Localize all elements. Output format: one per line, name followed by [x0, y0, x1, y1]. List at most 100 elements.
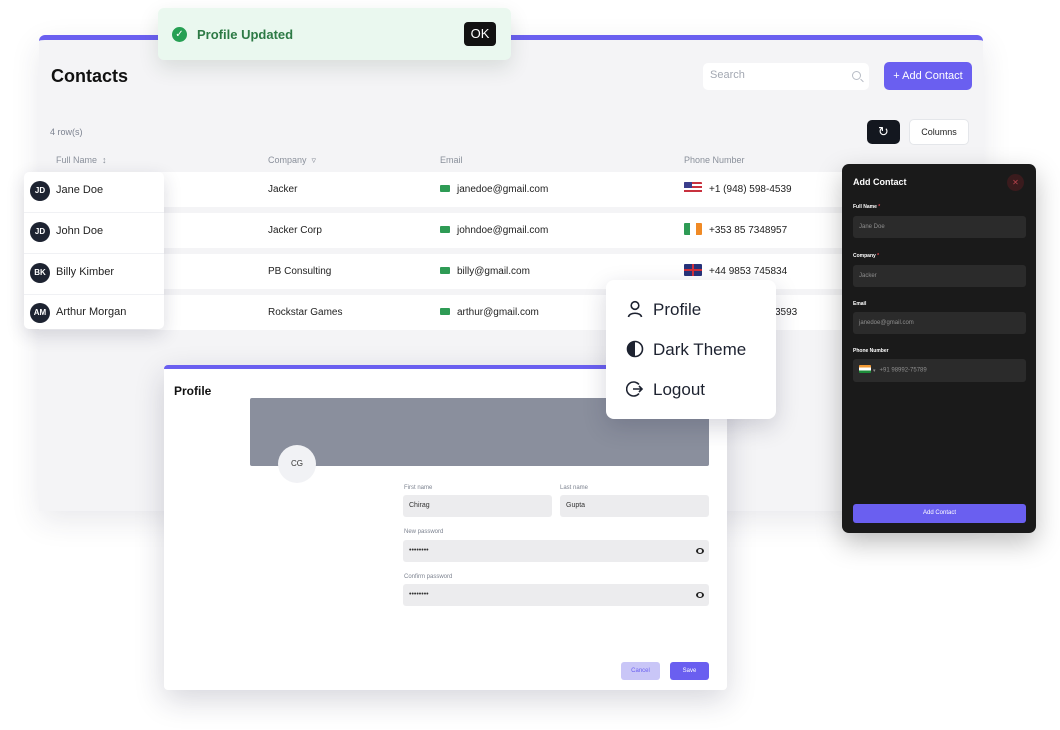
confirm-password-label: Confirm password	[404, 574, 453, 580]
header-email: Email	[440, 155, 463, 165]
search-placeholder: Search	[710, 69, 745, 81]
company-label: Company *	[853, 253, 879, 259]
avatar: AM	[30, 303, 50, 323]
full-name-input[interactable]: Jane Doe	[853, 216, 1026, 238]
panel-title: Add Contact	[853, 177, 907, 187]
list-item[interactable]: JD John Doe	[24, 213, 164, 253]
phone-cell: +353 85 7348957	[684, 213, 787, 248]
required-mark: *	[877, 253, 880, 259]
user-icon	[627, 300, 643, 317]
header-full-name[interactable]: Full Name ↕	[56, 155, 107, 165]
toast-ok-button[interactable]: OK	[464, 22, 496, 46]
required-mark: *	[878, 204, 881, 210]
email-cell: johndoe@gmail.com	[440, 213, 548, 248]
refresh-icon: ↻	[878, 124, 889, 139]
company-input[interactable]: Jacker	[853, 265, 1026, 287]
contact-name: Jane Doe	[56, 184, 104, 196]
confirm-password-field[interactable]: ••••••••	[403, 584, 709, 606]
avatar: BK	[30, 263, 50, 283]
company-cell: Jacker Corp	[268, 225, 322, 236]
close-icon[interactable]: ✕	[1007, 174, 1024, 191]
new-password-label: New password	[404, 529, 444, 535]
phone-input[interactable]: ▾ +91 98992-75789	[853, 359, 1026, 382]
sort-icon: ↕	[99, 155, 107, 165]
avatar: JD	[30, 222, 50, 242]
mail-icon	[440, 225, 450, 233]
full-name-label-text: Full Name	[853, 204, 877, 210]
add-contact-button[interactable]: + Add Contact	[884, 62, 972, 90]
cancel-button[interactable]: Cancel	[621, 662, 660, 680]
names-card: JD Jane Doe JD John Doe BK Billy Kimber …	[24, 172, 164, 329]
list-item[interactable]: AM Arthur Morgan	[24, 294, 164, 334]
phone-text: +1 (948) 598-4539	[709, 184, 792, 195]
mail-icon	[440, 266, 450, 274]
submit-add-contact-button[interactable]: Add Contact	[853, 504, 1026, 523]
header-company[interactable]: Company ▿	[268, 155, 316, 166]
menu-item-label: Dark Theme	[653, 340, 747, 359]
avatar: JD	[30, 181, 50, 201]
eye-icon[interactable]	[696, 548, 704, 554]
add-contact-panel: Add Contact ✕ Full Name * Jane Doe Compa…	[842, 164, 1036, 533]
email-input[interactable]: janedoe@gmail.com	[853, 312, 1026, 334]
last-name-field[interactable]: Gupta	[560, 495, 709, 517]
uk-flag-icon	[684, 264, 702, 277]
contact-name: Billy Kimber	[56, 266, 115, 278]
email-text: janedoe@gmail.com	[457, 184, 549, 195]
row-count: 4 row(s)	[50, 127, 83, 137]
check-circle-icon: ✓	[172, 27, 187, 42]
company-cell: Jacker	[268, 184, 298, 195]
email-cell: arthur@gmail.com	[440, 295, 539, 330]
confirm-password-value: ••••••••	[409, 591, 429, 598]
filter-icon: ▿	[309, 155, 317, 165]
header-full-name-label: Full Name	[56, 155, 98, 165]
page-title: Contacts	[51, 66, 129, 86]
last-name-label: Last name	[560, 485, 589, 491]
menu-item-label: Logout	[653, 380, 705, 399]
email-cell: billy@gmail.com	[440, 254, 530, 289]
contact-name: Arthur Morgan	[56, 306, 127, 318]
save-button[interactable]: Save	[670, 662, 709, 680]
contact-name: John Doe	[56, 225, 104, 237]
first-name-label: First name	[404, 485, 433, 491]
email-text: johndoe@gmail.com	[457, 225, 549, 236]
india-flag-icon[interactable]	[859, 365, 871, 373]
phone-cell: 3593	[775, 307, 798, 318]
email-label: Email	[853, 301, 867, 307]
full-name-label: Full Name *	[853, 204, 880, 210]
email-text: billy@gmail.com	[457, 266, 530, 277]
mail-icon	[440, 307, 450, 315]
avatar[interactable]: CG	[278, 445, 316, 483]
header-company-label: Company	[268, 155, 307, 165]
profile-title: Profile	[174, 384, 212, 398]
company-cell: Rockstar Games	[268, 307, 343, 318]
menu-item-logout[interactable]: Logout	[626, 378, 705, 402]
phone-text: +353 85 7348957	[709, 225, 788, 236]
new-password-value: ••••••••	[409, 547, 429, 554]
menu-item-dark-theme[interactable]: Dark Theme	[626, 338, 746, 362]
contrast-icon	[626, 340, 644, 357]
menu-item-profile[interactable]: Profile	[626, 298, 701, 322]
columns-button[interactable]: Columns	[909, 119, 969, 145]
first-name-field[interactable]: Chirag	[403, 495, 552, 517]
header-phone: Phone Number	[684, 155, 745, 165]
refresh-button[interactable]: ↻	[867, 120, 900, 144]
toast-notification: ✓ Profile Updated OK	[158, 8, 511, 60]
phone-text: +44 9853 745834	[709, 266, 788, 277]
eye-icon[interactable]	[696, 592, 704, 598]
user-menu: Profile Dark Theme Logout	[606, 280, 776, 419]
phone-label: Phone Number	[853, 348, 889, 354]
list-item[interactable]: JD Jane Doe	[24, 172, 164, 212]
company-label-text: Company	[853, 253, 876, 259]
chevron-down-icon[interactable]: ▾	[873, 368, 876, 374]
logout-icon	[626, 380, 644, 397]
list-item[interactable]: BK Billy Kimber	[24, 254, 164, 294]
search-input[interactable]: Search	[703, 63, 869, 90]
phone-placeholder: +91 98992-75789	[879, 367, 927, 374]
ireland-flag-icon	[684, 223, 702, 236]
new-password-field[interactable]: ••••••••	[403, 540, 709, 562]
toast-message: Profile Updated	[197, 27, 294, 42]
menu-item-label: Profile	[653, 300, 702, 319]
phone-cell: +1 (948) 598-4539	[684, 172, 792, 207]
company-cell: PB Consulting	[268, 266, 332, 277]
email-cell: janedoe@gmail.com	[440, 172, 548, 207]
